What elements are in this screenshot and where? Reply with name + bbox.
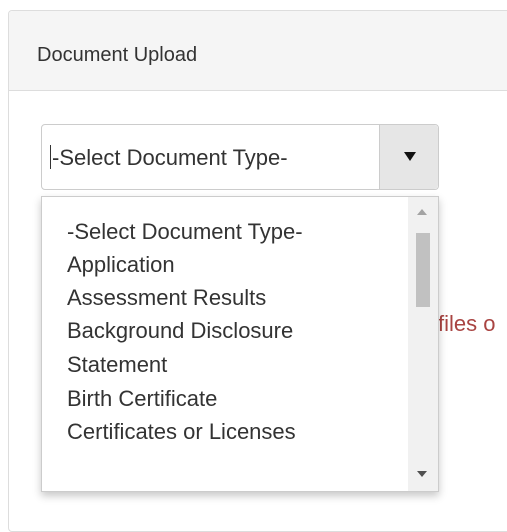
dropdown-option-certificates-or-licenses[interactable]: Certificates or Licenses	[42, 415, 410, 448]
caret-down-icon	[404, 152, 416, 161]
scroll-down-arrow-icon[interactable]	[417, 471, 427, 477]
dropdown-scrollbar[interactable]	[408, 197, 438, 491]
document-type-select-value: -Select Document Type-	[50, 145, 288, 171]
validation-message: files o	[438, 311, 496, 336]
dropdown-options-list: -Select Document Type- Application Asses…	[42, 197, 410, 448]
scrollbar-thumb[interactable]	[416, 233, 430, 307]
document-type-dropdown[interactable]: -Select Document Type- Application Asses…	[41, 196, 439, 492]
panel-title: Document Upload	[37, 44, 198, 66]
dropdown-option-birth-certificate[interactable]: Birth Certificate	[42, 382, 410, 415]
dropdown-option-assessment-results[interactable]: Assessment Results	[42, 281, 410, 314]
document-type-select[interactable]: -Select Document Type-	[41, 124, 439, 190]
select-toggle-button[interactable]	[379, 125, 438, 189]
text-cursor	[50, 145, 51, 169]
document-type-select-label: -Select Document Type-	[52, 145, 288, 170]
dropdown-option-label-line-1: Background Disclosure	[67, 318, 294, 343]
dropdown-option-application[interactable]: Application	[42, 248, 410, 281]
dropdown-option-background-disclosure-statement[interactable]: Background Disclosure Statement	[42, 314, 410, 382]
scroll-up-arrow-icon[interactable]	[417, 209, 427, 215]
dropdown-option-label-line-2: Statement	[67, 352, 168, 377]
panel-heading: Document Upload	[9, 11, 507, 91]
dropdown-option-select-document-type[interactable]: -Select Document Type-	[42, 215, 410, 248]
